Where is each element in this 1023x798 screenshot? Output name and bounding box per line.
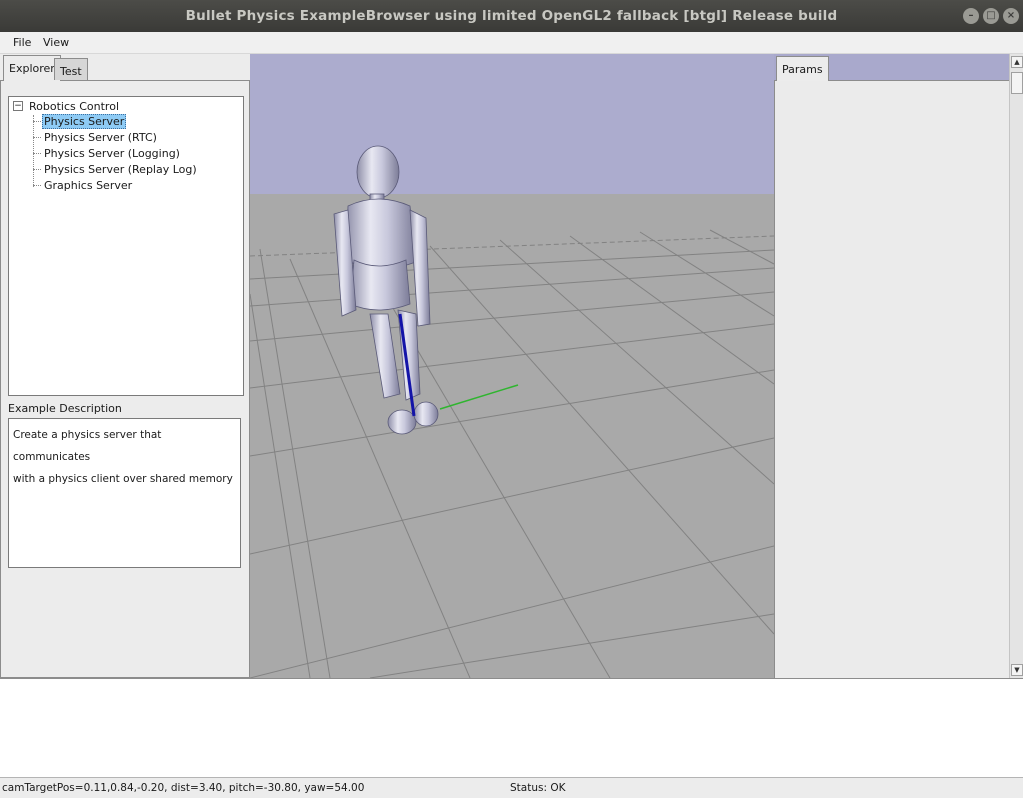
scroll-down-icon[interactable]: ▼ <box>1011 664 1023 676</box>
tree-item-label: Physics Server (Replay Log) <box>44 163 197 176</box>
scroll-thumb[interactable] <box>1011 72 1023 94</box>
description-box[interactable]: Create a physics server that communicate… <box>8 418 241 568</box>
tab-params[interactable]: Params <box>776 56 829 81</box>
scroll-up-icon[interactable]: ▲ <box>1011 56 1023 68</box>
params-panel: Params ▲ ▼ <box>774 54 1023 678</box>
status-text: Status: OK <box>510 782 566 794</box>
sky <box>250 54 774 194</box>
description-line: with a physics client over shared memory <box>13 473 233 485</box>
3d-viewport[interactable] <box>250 54 774 678</box>
minimize-icon[interactable]: – <box>963 8 979 24</box>
console-output[interactable] <box>0 678 1023 778</box>
camera-status: camTargetPos=0.11,0.84,-0.20, dist=3.40,… <box>2 782 365 794</box>
tree-item-label: Physics Server (RTC) <box>44 131 157 144</box>
params-scrollbar[interactable]: ▲ ▼ <box>1009 54 1023 678</box>
menu-bar: File View <box>0 32 1023 54</box>
tree-item-label: Physics Server (Logging) <box>44 147 180 160</box>
title-bar: Bullet Physics ExampleBrowser using limi… <box>0 0 1023 32</box>
tree-item-label: Graphics Server <box>44 179 133 192</box>
description-label: Example Description <box>8 402 122 415</box>
menu-file[interactable]: File <box>13 36 31 49</box>
description-line: Create a physics server that communicate… <box>13 429 162 463</box>
collapse-icon[interactable]: − <box>13 101 23 111</box>
tree-item-physics-server-replay-log[interactable]: Physics Server (Replay Log) <box>33 162 199 177</box>
params-content <box>774 80 1012 678</box>
tree-item-physics-server-logging[interactable]: Physics Server (Logging) <box>33 146 182 161</box>
tree-root[interactable]: − Robotics Control <box>13 99 119 113</box>
example-tree: − Robotics Control Physics Server Physic… <box>8 96 244 396</box>
tree-item-physics-server-rtc[interactable]: Physics Server (RTC) <box>33 130 159 145</box>
scene-canvas <box>250 54 774 678</box>
maximize-icon[interactable]: □ <box>983 8 999 24</box>
tab-test[interactable]: Test <box>54 58 88 80</box>
window-title: Bullet Physics ExampleBrowser using limi… <box>185 8 838 24</box>
tree-item-label: Physics Server <box>42 114 127 129</box>
tab-explorer[interactable]: Explorer <box>3 55 61 81</box>
tree-item-graphics-server[interactable]: Graphics Server <box>33 178 134 193</box>
status-bar: camTargetPos=0.11,0.84,-0.20, dist=3.40,… <box>0 778 1023 798</box>
tree-item-physics-server[interactable]: Physics Server <box>33 114 127 129</box>
close-icon[interactable]: × <box>1003 8 1019 24</box>
tree-root-label: Robotics Control <box>29 99 119 113</box>
menu-view[interactable]: View <box>43 36 69 49</box>
